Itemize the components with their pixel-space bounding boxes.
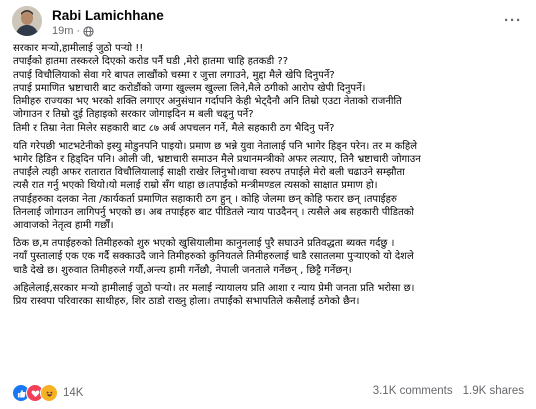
post-paragraph: यति गरेपछी भाटभटेनीको इस्यु मोडुनपनि पाइ… xyxy=(13,140,525,233)
haha-reaction-icon xyxy=(40,384,58,402)
post-text-line: अहिलेलाई,सरकार मर्‍यो हामीलाई जुठो पर्‍य… xyxy=(13,282,415,294)
post-text-line: तपाई विचौलियाको सेवा गरे बापत लाखौंको चस… xyxy=(13,69,335,81)
post-text-line: ठिक छ,म तपाईहरुको तिमीहरुको शुरु भएको खु… xyxy=(13,238,395,250)
post-text-line: तपाईंको हातमा तस्करले दिएको करोड पर्नै घ… xyxy=(13,56,289,68)
reactions-summary[interactable]: 14K xyxy=(12,384,83,402)
profile-photo xyxy=(12,6,42,36)
reaction-count: 14K xyxy=(63,387,84,399)
comments-count-link[interactable]: 3.1K comments xyxy=(373,385,453,397)
post-text-line: चाडै देखे छ। शुरुवात तिमीहरुले गर्यौ,अन्… xyxy=(13,264,352,276)
post-header: Rabi Lamichhane 19m · ··· xyxy=(12,6,526,40)
engagement-stats: 3.1K comments 1.9K shares xyxy=(373,385,524,397)
post-paragraph: अहिलेलाई,सरकार मर्‍यो हामीलाई जुठो पर्‍य… xyxy=(13,282,525,309)
globe-icon xyxy=(83,25,94,37)
post-text-line: तिमीहरु राज्यका भए भरको शक्ति लगाएर अनुस… xyxy=(13,96,402,108)
post-footer: 14K 3.1K comments 1.9K shares xyxy=(12,384,524,402)
shares-count-link[interactable]: 1.9K shares xyxy=(463,385,524,397)
facebook-post: Rabi Lamichhane 19m · ··· सरकार मर्‍यो,ह… xyxy=(0,0,536,409)
avatar[interactable] xyxy=(12,6,42,36)
post-text-line: त्यसै रात गर्नु भएको थियो।यो मलाई राम्रो… xyxy=(13,180,378,192)
post-meta: 19m · xyxy=(52,25,94,37)
separator-dot: · xyxy=(76,25,81,37)
post-text-line: यति गरेपछी भाटभटेनीको इस्यु मोडुनपनि पाइ… xyxy=(13,140,418,152)
post-text-line: भागेर हिडिन र हिड्दिन पनि। ओली जी, भ्रष्… xyxy=(13,153,421,165)
post-text-line: तपाई प्रमाणित भ्रष्टाचारी बाट करोडौंको ज… xyxy=(13,82,366,94)
post-text-line: तपाईंले त्यही अफर रातारात विचौलियालाई सा… xyxy=(13,167,405,179)
post-paragraph: सरकार मर्‍यो,हामीलाई जुठो पर्‍यो !! तपाईं… xyxy=(13,42,525,135)
post-text-line: प्रिय रास्वपा परिवारका साथीहरु, शिर ठाडो… xyxy=(13,295,360,307)
author-name[interactable]: Rabi Lamichhane xyxy=(52,8,164,23)
post-text-line: सरकार मर्‍यो,हामीलाई जुठो पर्‍यो !! xyxy=(13,43,144,54)
post-paragraph: ठिक छ,म तपाईहरुको तिमीहरुको शुरु भएको खु… xyxy=(13,237,525,277)
post-text-line: आवाजको नेतृत्व हामी गर्छौं। xyxy=(13,220,114,232)
post-text-line: तपाईहरुका दलका नेता /कार्यकर्ता प्रमाणित… xyxy=(13,193,397,205)
post-text: सरकार मर्‍यो,हामीलाई जुठो पर्‍यो !! तपाईं… xyxy=(13,42,525,313)
post-text-line: तिनलाई जोगाउन लागिपर्नु भएको छ। अब तपाईह… xyxy=(13,207,414,219)
post-text-line: जोगाउन र तिम्रो दुई तिहाइको सरकार जोगाइद… xyxy=(13,109,254,121)
post-text-line: नयाँ पुस्तालाई एक एक गर्दै सक्काउदै जाने… xyxy=(13,251,414,263)
post-time[interactable]: 19m xyxy=(52,25,73,37)
more-options-icon[interactable]: ··· xyxy=(504,12,522,29)
post-text-line: तिमी र तिम्रा नेता मिलेर सहकारी बाट ८७ अ… xyxy=(13,122,335,134)
